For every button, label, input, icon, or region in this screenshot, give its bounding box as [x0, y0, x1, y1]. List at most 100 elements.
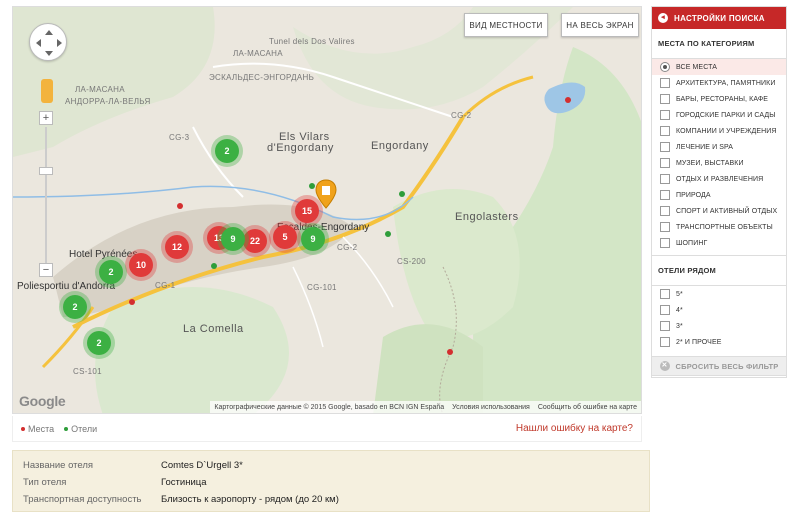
reset-filter-button[interactable]: ✕ СБРОСИТЬ ВЕСЬ ФИЛЬТР: [651, 356, 787, 376]
zoom-out-button[interactable]: −: [39, 263, 53, 277]
attribution-text: Картографические данные © 2015 Google, b…: [214, 403, 445, 411]
map-label: Engolasters: [455, 211, 519, 223]
category-label: ГОРОДСКИЕ ПАРКИ И САДЫ: [676, 111, 776, 119]
map-view[interactable]: Tunel dels Dos Valires ЛА-МАСАНА ЛА-МАСА…: [12, 6, 642, 414]
checkbox[interactable]: [660, 222, 670, 232]
category-item[interactable]: ТРАНСПОРТНЫЕ ОБЪЕКТЫ: [652, 219, 786, 235]
hotel-dot[interactable]: [211, 263, 217, 269]
street-view-pegman-icon[interactable]: [41, 79, 53, 103]
checkbox[interactable]: [660, 206, 670, 216]
category-label: ВСЕ МЕСТА: [676, 63, 718, 71]
info-row-type: Тип отеля Гостиница: [23, 474, 639, 491]
category-item[interactable]: ШОПИНГ: [652, 235, 786, 251]
page-root: Tunel dels Dos Valires ЛА-МАСАНА ЛА-МАСА…: [0, 0, 800, 520]
category-item[interactable]: ПРИРОДА: [652, 187, 786, 203]
checkbox[interactable]: [660, 289, 670, 299]
map-cluster[interactable]: 2: [87, 331, 111, 355]
info-row-transport: Транспортная доступность Близость к аэро…: [23, 491, 639, 508]
place-dot[interactable]: [129, 299, 135, 305]
category-label: БАРЫ, РЕСТОРАНЫ, КАФЕ: [676, 95, 769, 103]
checkbox[interactable]: [660, 174, 670, 184]
zoom-in-button[interactable]: +: [39, 111, 53, 125]
map-label: Engordany: [371, 140, 429, 152]
hotel-name-value: Comtes D`Urgell 3*: [161, 460, 243, 471]
map-label: La Comella: [183, 323, 244, 335]
road-label: CG-1: [155, 281, 176, 290]
category-item[interactable]: АРХИТЕКТУРА, ПАМЯТНИКИ: [652, 75, 786, 91]
map-cluster[interactable]: 10: [129, 253, 153, 277]
found-error-link[interactable]: Нашли ошибку на карте?: [516, 423, 633, 434]
terrain-view-button[interactable]: ВИД МЕСТНОСТИ: [464, 13, 548, 37]
road-label: CS-101: [73, 367, 102, 376]
info-row-name: Название отеля Comtes D`Urgell 3*: [23, 457, 639, 474]
category-label: АРХИТЕКТУРА, ПАМЯТНИКИ: [676, 79, 776, 87]
zoom-slider-handle[interactable]: [39, 167, 53, 175]
category-item[interactable]: ГОРОДСКИЕ ПАРКИ И САДЫ: [652, 107, 786, 123]
fullscreen-button[interactable]: НА ВЕСЬ ЭКРАН: [561, 13, 639, 37]
hotel-type-label: Тип отеля: [23, 477, 67, 488]
category-label: ОТДЫХ И РАЗВЛЕЧЕНИЯ: [676, 175, 764, 183]
place-dot[interactable]: [447, 349, 453, 355]
checkbox[interactable]: [660, 337, 670, 347]
checkbox[interactable]: [660, 158, 670, 168]
map-attribution: Картографические данные © 2015 Google, b…: [210, 401, 641, 413]
checkbox[interactable]: [660, 238, 670, 248]
category-item[interactable]: ЛЕЧЕНИЕ И SPA: [652, 139, 786, 155]
map-cluster[interactable]: 5: [273, 225, 297, 249]
legend-hotels-label: Отели: [71, 423, 98, 434]
category-item[interactable]: ОТДЫХ И РАЗВЛЕЧЕНИЯ: [652, 171, 786, 187]
radio-selected-icon[interactable]: [660, 62, 670, 72]
checkbox[interactable]: [660, 94, 670, 104]
search-settings-header[interactable]: ◂ НАСТРОЙКИ ПОИСКА: [652, 7, 786, 29]
map-cluster[interactable]: 9: [221, 227, 245, 251]
hotel-name-label: Название отеля: [23, 460, 94, 471]
hotel-type-value: Гостиница: [161, 477, 207, 488]
place-dot[interactable]: [565, 97, 571, 103]
legend-hotels: Отели: [64, 424, 97, 434]
category-label: КОМПАНИИ И УЧРЕЖДЕНИЯ: [676, 127, 777, 135]
red-dot-icon: [21, 427, 25, 432]
terms-link[interactable]: Условия использования: [452, 404, 530, 411]
hotel-star-item[interactable]: 2* И ПРОЧЕЕ: [652, 334, 786, 350]
checkbox[interactable]: [660, 142, 670, 152]
report-map-error-link[interactable]: Сообщить об ошибке на карте: [538, 404, 637, 411]
checkbox[interactable]: [660, 190, 670, 200]
map-cluster[interactable]: 22: [243, 229, 267, 253]
category-label: СПОРТ И АКТИВНЫЙ ОТДЫХ: [676, 207, 778, 215]
legend-places-label: Места: [28, 423, 55, 434]
checkbox[interactable]: [660, 110, 670, 120]
category-item[interactable]: КОМПАНИИ И УЧРЕЖДЕНИЯ: [652, 123, 786, 139]
map-label: ЛА-МАСАНА: [233, 49, 283, 58]
place-dot[interactable]: [177, 203, 183, 209]
hotel-star-item[interactable]: 3*: [652, 318, 786, 334]
hotel-star-item[interactable]: 5*: [652, 286, 786, 302]
hotel-info-panel: Название отеля Comtes D`Urgell 3* Тип от…: [12, 450, 650, 512]
road-label: CS-200: [397, 257, 426, 266]
road-label: CG-2: [337, 243, 358, 252]
checkbox[interactable]: [660, 78, 670, 88]
category-item[interactable]: БАРЫ, РЕСТОРАНЫ, КАФЕ: [652, 91, 786, 107]
category-all-places[interactable]: ВСЕ МЕСТА: [652, 59, 786, 75]
map-cluster[interactable]: 2: [215, 139, 239, 163]
category-label: ЛЕЧЕНИЕ И SPA: [676, 143, 734, 151]
category-item[interactable]: СПОРТ И АКТИВНЫЙ ОТДЫХ: [652, 203, 786, 219]
map-label: АНДОРРА-ЛА-ВЕЛЬЯ: [65, 97, 151, 106]
green-dot-icon: [64, 427, 69, 432]
map-cluster[interactable]: 2: [63, 295, 87, 319]
checkbox[interactable]: [660, 126, 670, 136]
checkbox[interactable]: [660, 321, 670, 331]
zoom-slider-track[interactable]: [45, 127, 47, 267]
pan-arrows-icon: [36, 30, 62, 56]
selected-hotel-marker-icon[interactable]: [315, 179, 337, 209]
hotel-dot[interactable]: [399, 191, 405, 197]
map-cluster[interactable]: 9: [301, 227, 325, 251]
checkbox[interactable]: [660, 305, 670, 315]
hotel-star-item[interactable]: 4*: [652, 302, 786, 318]
hotels-nearby-title: ОТЕЛИ РЯДОМ: [658, 266, 716, 275]
hotel-dot[interactable]: [385, 231, 391, 237]
map-cluster[interactable]: 2: [99, 260, 123, 284]
category-item[interactable]: МУЗЕИ, ВЫСТАВКИ: [652, 155, 786, 171]
search-settings-title: НАСТРОЙКИ ПОИСКА: [674, 13, 765, 23]
pan-control[interactable]: [29, 23, 67, 61]
map-cluster[interactable]: 12: [165, 235, 189, 259]
